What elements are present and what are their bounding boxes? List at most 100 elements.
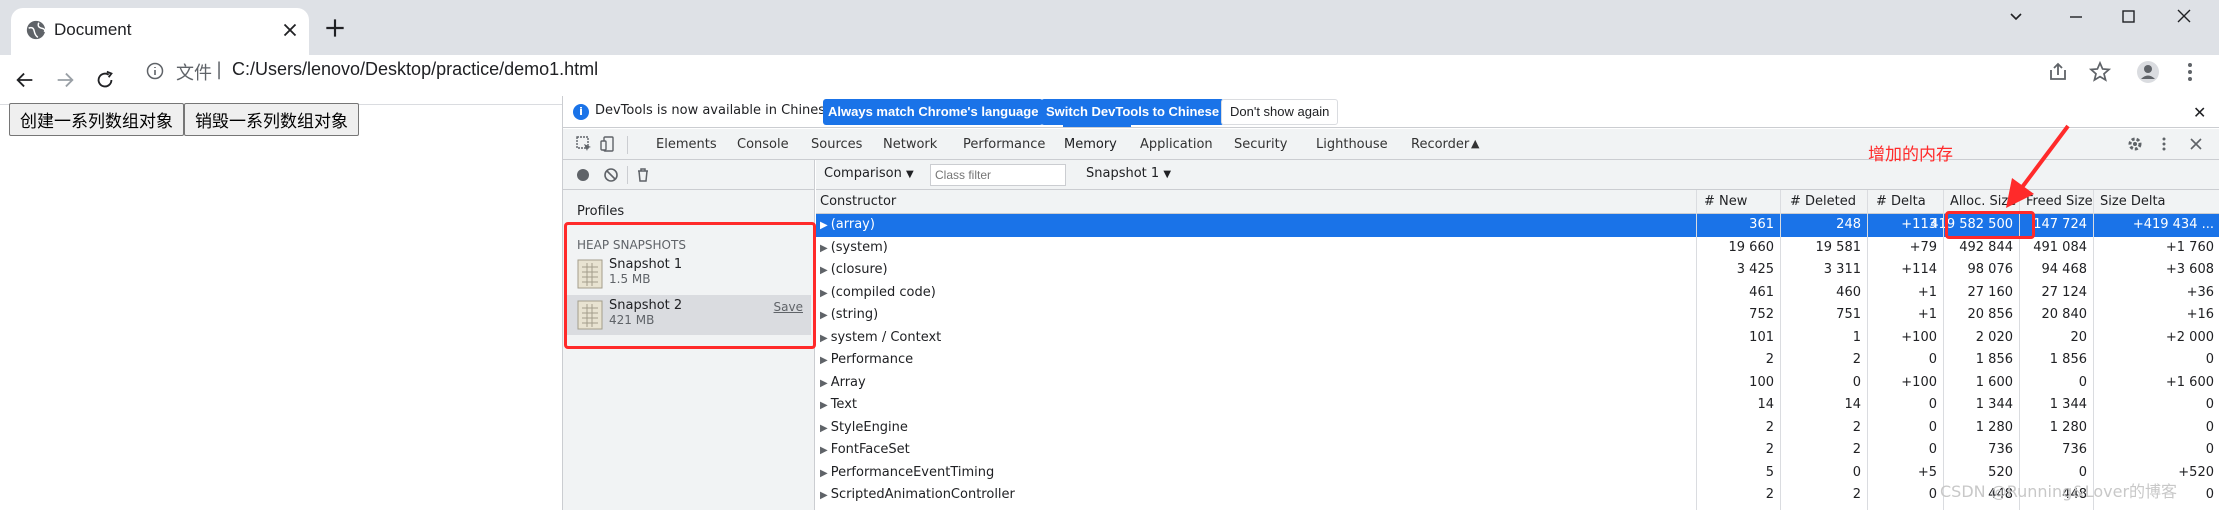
view-mode-select[interactable]: Comparison ▼	[824, 166, 914, 181]
size-delta-cell: +3 608	[2165, 262, 2214, 277]
expand-triangle-icon[interactable]: ▶	[820, 310, 828, 321]
destroy-arrays-button[interactable]: 销毁一系列数组对象	[184, 103, 359, 136]
freed-cell: 491 084	[2033, 239, 2087, 255]
size-delta-cell: 0	[2205, 397, 2214, 412]
back-icon[interactable]	[14, 69, 36, 91]
size-delta-cell: +16	[2186, 307, 2214, 322]
close-devtools-icon[interactable]	[2187, 135, 2205, 153]
minimize-icon[interactable]	[2062, 6, 2090, 28]
constructor-name: Array	[830, 374, 866, 390]
table-row[interactable]: ▶ (system) 19 660 19 581 +79 492 844 491 084 +1…	[816, 237, 2219, 260]
tab-recorder[interactable]: Recorder	[1411, 137, 1469, 152]
expand-triangle-icon[interactable]: ▶	[820, 288, 828, 299]
constructor-name: (string)	[830, 307, 879, 322]
new-tab-icon[interactable]	[322, 15, 348, 41]
create-arrays-button[interactable]: 创建一系列数组对象	[9, 103, 184, 136]
new-cell: 19 660	[1728, 239, 1775, 255]
table-row[interactable]: ▶ FontFaceSet 2 2 0 736 736 0	[816, 439, 2219, 462]
expand-triangle-icon[interactable]: ▶	[820, 445, 828, 456]
maximize-icon[interactable]	[2114, 6, 2142, 28]
deleted-cell: 751	[1836, 307, 1861, 322]
expand-triangle-icon[interactable]: ▶	[820, 333, 828, 344]
kebab-menu-icon[interactable]	[2178, 60, 2202, 84]
expand-triangle-icon[interactable]: ▶	[820, 423, 828, 434]
tab-application[interactable]: Application	[1140, 137, 1213, 152]
constructor-name: (array)	[830, 217, 875, 232]
tab-sources[interactable]: Sources	[811, 137, 862, 152]
constructor-cell: ▶ PerformanceEventTiming	[820, 465, 994, 480]
table-row[interactable]: ▶ Performance 2 2 0 1 856 1 856 0	[816, 349, 2219, 372]
close-icon[interactable]	[279, 19, 301, 41]
device-toolbar-icon[interactable]	[599, 135, 617, 153]
chevron-down-icon[interactable]	[2002, 6, 2030, 28]
window-close-icon[interactable]	[2170, 6, 2198, 28]
base-snapshot-select[interactable]: Snapshot 1 ▼	[1086, 166, 1171, 181]
always-match-language-button[interactable]: Always match Chrome's language	[823, 99, 1044, 125]
column-constructor[interactable]: Constructor	[820, 194, 896, 209]
tab-security[interactable]: Security	[1234, 137, 1287, 152]
browser-tab[interactable]: Document	[11, 8, 309, 55]
expand-triangle-icon[interactable]: ▶	[820, 378, 828, 389]
profile-avatar-icon[interactable]	[2136, 60, 2160, 84]
tab-console[interactable]: Console	[737, 137, 789, 152]
forward-icon[interactable]	[54, 69, 76, 91]
table-row[interactable]: ▶ (compiled code) 461 460 +1 27 160 27 124 +36	[816, 282, 2219, 305]
delta-cell: 0	[1928, 397, 1937, 412]
kebab-menu-icon[interactable]	[2155, 135, 2173, 153]
share-icon[interactable]	[2046, 60, 2070, 84]
expand-triangle-icon[interactable]: ▶	[820, 265, 828, 276]
tab-elements[interactable]: Elements	[656, 137, 717, 152]
deleted-cell: 2	[1852, 352, 1861, 367]
new-cell: 2	[1765, 442, 1774, 457]
tab-network[interactable]: Network	[883, 137, 937, 152]
table-row[interactable]: ▶ (closure) 3 425 3 311 +114 98 076 94 468 +3 6…	[816, 259, 2219, 282]
delta-cell: +100	[1901, 329, 1937, 345]
reload-icon[interactable]	[94, 69, 116, 91]
close-icon[interactable]: ✕	[2193, 103, 2206, 122]
constructor-name: system / Context	[830, 329, 942, 345]
info-icon[interactable]	[146, 62, 164, 80]
column-deleted[interactable]: # Deleted	[1790, 194, 1856, 209]
alloc-cell: 736	[1988, 442, 2013, 457]
dont-show-again-button[interactable]: Don't show again	[1221, 99, 1339, 125]
gear-icon[interactable]	[2126, 135, 2144, 153]
column-size-delta[interactable]: Size Delta	[2100, 194, 2166, 209]
table-row[interactable]: ▶ StyleEngine 2 2 0 1 280 1 280 0	[816, 417, 2219, 440]
delta-cell: 0	[1928, 419, 1937, 435]
column-delta[interactable]: # Delta	[1876, 194, 1926, 209]
switch-to-chinese-button[interactable]: Switch DevTools to Chinese	[1041, 99, 1225, 125]
expand-triangle-icon[interactable]: ▶	[820, 400, 828, 411]
deleted-cell: 19 581	[1815, 239, 1862, 255]
size-delta-cell: +2 000	[2165, 329, 2214, 345]
record-icon[interactable]	[575, 167, 591, 183]
clear-icon[interactable]	[603, 167, 619, 183]
class-filter-input[interactable]	[930, 164, 1066, 186]
delta-cell: 0	[1928, 487, 1937, 502]
table-row[interactable]: ▶ Text 14 14 0 1 344 1 344 0	[816, 394, 2219, 417]
deleted-cell: 2	[1852, 487, 1861, 502]
expand-triangle-icon[interactable]: ▶	[820, 490, 828, 501]
table-row[interactable]: ▶ Array 100 0 +100 1 600 0 +1 600	[816, 372, 2219, 395]
alloc-cell: 492 844	[1959, 239, 2013, 255]
url-text[interactable]: C:/Users/lenovo/Desktop/practice/demo1.h…	[232, 59, 598, 80]
bookmark-star-icon[interactable]	[2088, 60, 2112, 84]
column-divider	[1780, 190, 1781, 510]
expand-triangle-icon[interactable]: ▶	[820, 243, 828, 254]
table-row[interactable]: ▶ (string) 752 751 +1 20 856 20 840 +16	[816, 304, 2219, 327]
constructor-name: Performance	[830, 352, 914, 367]
freed-cell: 27 124	[2041, 284, 2088, 300]
expand-triangle-icon[interactable]: ▶	[820, 468, 828, 479]
tab-memory[interactable]: Memory	[1064, 137, 1117, 152]
expand-triangle-icon[interactable]: ▶	[820, 220, 828, 231]
size-delta-cell: 0	[2205, 442, 2214, 457]
table-row[interactable]: ▶ system / Context 101 1 +100 2 020 20 +2 000	[816, 327, 2219, 350]
inspect-element-icon[interactable]	[575, 135, 593, 153]
tab-lighthouse[interactable]: Lighthouse	[1316, 137, 1388, 152]
trash-icon[interactable]	[635, 167, 651, 183]
delta-cell: +1	[1917, 307, 1937, 322]
toolbar-divider	[627, 136, 628, 154]
tab-performance[interactable]: Performance	[963, 137, 1045, 152]
expand-triangle-icon[interactable]: ▶	[820, 355, 828, 366]
column-new[interactable]: # New	[1704, 194, 1747, 209]
delta-cell: +79	[1909, 239, 1937, 255]
